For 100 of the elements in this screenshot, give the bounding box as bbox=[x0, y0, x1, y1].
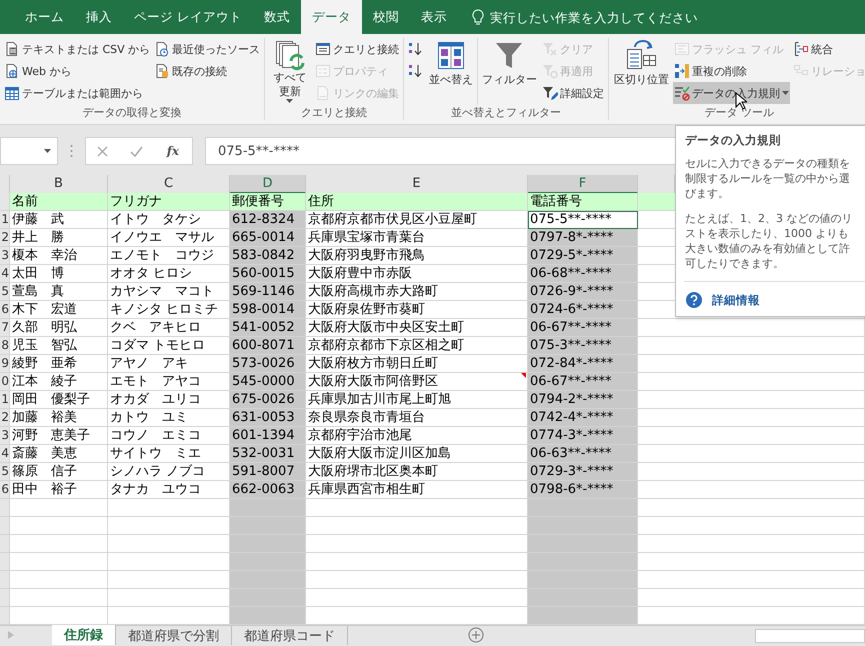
row-header[interactable] bbox=[0, 535, 10, 553]
table-cell[interactable]: 加藤 裕美 bbox=[10, 409, 108, 427]
table-cell[interactable]: 631-0053 bbox=[230, 409, 306, 427]
row-number[interactable]: 6 bbox=[0, 301, 10, 319]
table-cell[interactable] bbox=[528, 589, 638, 607]
row-number[interactable]: 4 bbox=[0, 445, 10, 463]
tell-me-field[interactable]: 実行したい作業を入力してください bbox=[490, 10, 740, 24]
table-cell[interactable] bbox=[638, 355, 865, 373]
table-cell[interactable]: 675-0026 bbox=[230, 391, 306, 409]
column-header[interactable]: B bbox=[10, 175, 108, 194]
row-header[interactable] bbox=[0, 571, 10, 589]
table-cell[interactable] bbox=[230, 607, 306, 625]
table-cell[interactable] bbox=[10, 499, 108, 517]
table-cell[interactable]: 0724-6*-**** bbox=[528, 301, 638, 319]
table-cell[interactable] bbox=[10, 589, 108, 607]
table-cell[interactable] bbox=[528, 499, 638, 517]
table-cell[interactable]: 太田 博 bbox=[10, 265, 108, 283]
table-cell[interactable] bbox=[638, 589, 865, 607]
table-cell[interactable] bbox=[638, 535, 865, 553]
table-cell[interactable]: 569-1146 bbox=[230, 283, 306, 301]
table-cell[interactable] bbox=[638, 319, 865, 337]
table-cell[interactable]: 江本 綾子 bbox=[10, 373, 108, 391]
ribbon-button[interactable]: フィルター bbox=[480, 38, 539, 88]
table-cell[interactable] bbox=[10, 553, 108, 571]
ribbon-button[interactable]: テーブルまたは範囲から bbox=[3, 82, 152, 104]
ribbon-button[interactable]: Web から bbox=[3, 60, 152, 82]
table-cell[interactable]: 0798-6*-**** bbox=[528, 481, 638, 499]
ribbon-tab[interactable]: ページ レイアウト bbox=[123, 0, 253, 34]
table-cell[interactable]: 532-0031 bbox=[230, 445, 306, 463]
ribbon-button[interactable]: 並べ替え bbox=[426, 38, 475, 88]
table-cell[interactable] bbox=[638, 445, 865, 463]
row-number[interactable]: 7 bbox=[0, 319, 10, 337]
table-cell[interactable]: 田中 裕子 bbox=[10, 481, 108, 499]
column-header[interactable]: E bbox=[306, 175, 528, 194]
row-number[interactable]: 1 bbox=[0, 391, 10, 409]
table-cell[interactable] bbox=[638, 571, 865, 589]
insert-function-button[interactable]: fx bbox=[164, 144, 182, 158]
table-cell[interactable] bbox=[230, 499, 306, 517]
table-cell[interactable]: 兵庫県宝塚市青葉台 bbox=[306, 229, 528, 247]
table-cell[interactable]: 0797-8*-**** bbox=[528, 229, 638, 247]
table-cell[interactable]: 榎本 幸治 bbox=[10, 247, 108, 265]
horizontal-scrollbar[interactable] bbox=[755, 629, 865, 643]
ribbon-button[interactable]: テキストまたは CSV から bbox=[3, 38, 152, 60]
table-cell[interactable] bbox=[306, 535, 528, 553]
table-cell[interactable] bbox=[306, 517, 528, 535]
row-number[interactable]: 2 bbox=[0, 229, 10, 247]
table-cell[interactable] bbox=[10, 517, 108, 535]
table-cell[interactable]: 大阪府堺市北区奥本町 bbox=[306, 463, 528, 481]
row-number[interactable]: 8 bbox=[0, 337, 10, 355]
table-cell[interactable]: 大阪府高槻市赤大路町 bbox=[306, 283, 528, 301]
table-cell[interactable]: 545-0000 bbox=[230, 373, 306, 391]
table-cell[interactable]: 06-68**-**** bbox=[528, 265, 638, 283]
table-cell[interactable] bbox=[306, 499, 528, 517]
sheet-tab[interactable]: 都道府県で分割 bbox=[116, 626, 232, 645]
table-cell[interactable]: 0729-3*-**** bbox=[528, 463, 638, 481]
row-number[interactable]: 3 bbox=[0, 247, 10, 265]
table-cell[interactable] bbox=[638, 337, 865, 355]
ribbon-button[interactable]: すべて更新 bbox=[268, 38, 312, 104]
table-cell[interactable]: 篠原 信子 bbox=[10, 463, 108, 481]
table-cell[interactable]: 京都府京都市伏見区小豆屋町 bbox=[306, 211, 528, 229]
table-cell[interactable]: 075-3**-**** bbox=[528, 337, 638, 355]
row-number[interactable]: 5 bbox=[0, 283, 10, 301]
row-header[interactable] bbox=[0, 517, 10, 535]
table-cell[interactable] bbox=[638, 463, 865, 481]
table-cell[interactable]: 541-0052 bbox=[230, 319, 306, 337]
table-cell[interactable]: 0729-5*-**** bbox=[528, 247, 638, 265]
table-cell[interactable]: 奈良県奈良市青垣台 bbox=[306, 409, 528, 427]
ribbon-button[interactable]: 既存の接続 bbox=[153, 60, 262, 82]
table-cell[interactable] bbox=[528, 535, 638, 553]
table-cell[interactable]: 久部 明弘 bbox=[10, 319, 108, 337]
table-cell[interactable] bbox=[528, 607, 638, 625]
row-header[interactable] bbox=[0, 553, 10, 571]
table-cell[interactable]: 兵庫県西宮市相生町 bbox=[306, 481, 528, 499]
ribbon-tab[interactable]: 表示 bbox=[410, 0, 458, 34]
row-header[interactable] bbox=[0, 589, 10, 607]
more-info-link[interactable]: 詳細情報 bbox=[712, 292, 760, 308]
row-number[interactable]: 3 bbox=[0, 427, 10, 445]
table-cell[interactable]: 075-5**-**** bbox=[528, 211, 638, 229]
column-header[interactable]: F bbox=[528, 175, 638, 194]
table-cell[interactable]: 京都府京都市下京区相之町 bbox=[306, 337, 528, 355]
table-cell[interactable] bbox=[638, 391, 865, 409]
ribbon-button[interactable]: 重複の削除 bbox=[672, 60, 790, 82]
ribbon-button[interactable]: 区切り位置 bbox=[612, 38, 671, 88]
table-cell[interactable]: 06-67**-**** bbox=[528, 319, 638, 337]
table-cell[interactable]: 斎藤 美恵 bbox=[10, 445, 108, 463]
table-cell[interactable] bbox=[306, 553, 528, 571]
ribbon-tab[interactable]: 挿入 bbox=[75, 0, 123, 34]
table-cell[interactable]: 河野 恵美子 bbox=[10, 427, 108, 445]
table-cell[interactable]: 072-84*-**** bbox=[528, 355, 638, 373]
table-cell[interactable] bbox=[638, 409, 865, 427]
table-cell[interactable] bbox=[638, 427, 865, 445]
table-cell[interactable]: 0774-3*-**** bbox=[528, 427, 638, 445]
table-cell[interactable]: 大阪府大阪市中央区安土町 bbox=[306, 319, 528, 337]
column-header[interactable] bbox=[638, 175, 675, 194]
table-cell[interactable]: 大阪府羽曳野市飛鳥 bbox=[306, 247, 528, 265]
table-cell[interactable]: 600-8071 bbox=[230, 337, 306, 355]
table-cell[interactable] bbox=[230, 553, 306, 571]
table-cell[interactable]: 598-0014 bbox=[230, 301, 306, 319]
row-number[interactable]: 6 bbox=[0, 481, 10, 499]
table-cell[interactable] bbox=[528, 517, 638, 535]
